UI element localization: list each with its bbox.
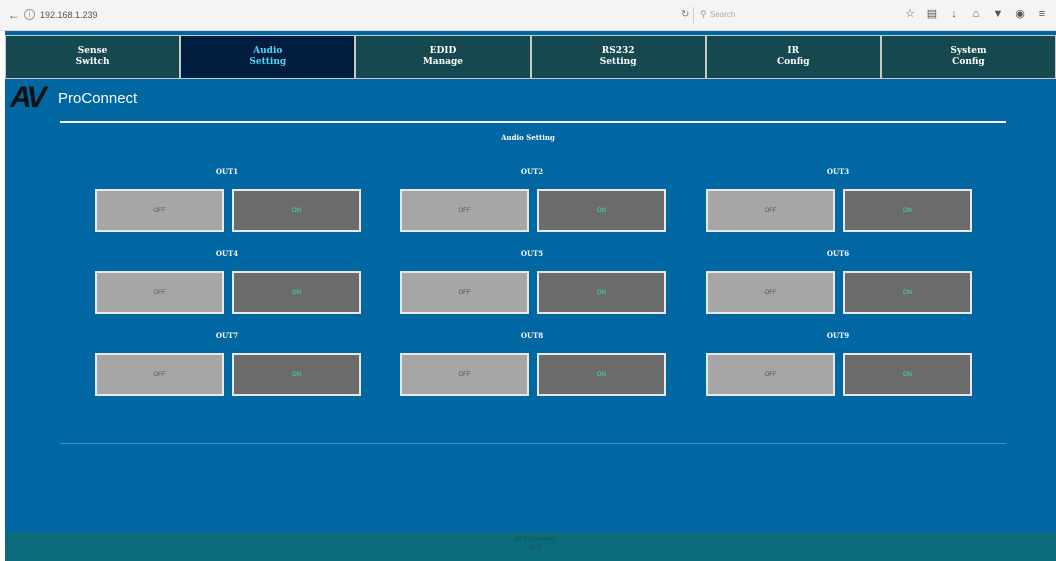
out7-off-button[interactable]: OFF xyxy=(95,353,224,396)
out4-label: OUT4 xyxy=(215,249,239,258)
tab-edid-manage[interactable]: EDID Manage xyxy=(355,35,531,79)
out6-label: OUT6 xyxy=(826,249,850,258)
out5-off-button[interactable]: OFF xyxy=(400,271,529,314)
out7-label: OUT7 xyxy=(215,331,239,340)
brand-logo: AV ProConnect xyxy=(10,82,170,114)
tab-audio-setting[interactable]: Audio Setting xyxy=(180,35,356,79)
back-arrow-icon[interactable]: ← xyxy=(8,9,20,21)
out8-label: OUT8 xyxy=(520,331,544,340)
bottom-divider xyxy=(60,443,1006,444)
search-placeholder: Search xyxy=(710,10,736,19)
tab-ir-config[interactable]: IR Config xyxy=(705,35,881,79)
extension-icon[interactable]: ◉ xyxy=(1014,8,1026,21)
out9-off-button[interactable]: OFF xyxy=(706,353,835,396)
download-icon[interactable]: ↓ xyxy=(948,8,960,21)
bookmark-star-icon[interactable]: ☆ xyxy=(904,8,916,21)
out3-on-button[interactable]: ON xyxy=(843,189,972,232)
logo-mark: AV xyxy=(10,81,46,114)
pocket-icon[interactable]: ▼ xyxy=(992,8,1004,21)
out6-off-button[interactable]: OFF xyxy=(706,271,835,314)
site-info-icon[interactable]: i xyxy=(24,9,35,20)
toolbar-icons: ☆ ▤ ↓ ⌂ ▼ ◉ ≡ xyxy=(904,8,1048,21)
footer-text: AV ProConnect v1.0 xyxy=(514,537,556,551)
footer: AV ProConnect v1.0 xyxy=(5,532,1056,561)
home-icon[interactable]: ⌂ xyxy=(970,8,982,21)
address-bar[interactable]: 192.168.1.239 xyxy=(40,9,98,21)
out4-off-button[interactable]: OFF xyxy=(95,271,224,314)
tab-rs232-setting[interactable]: RS232 Setting xyxy=(530,35,706,79)
out1-off-button[interactable]: OFF xyxy=(95,189,224,232)
out6-on-button[interactable]: ON xyxy=(843,271,972,314)
browser-toolbar: ← i 192.168.1.239 ↻ ⚲ Search ☆ ▤ ↓ ⌂ ▼ ◉… xyxy=(0,0,1056,31)
out3-off-button[interactable]: OFF xyxy=(706,189,835,232)
out8-on-button[interactable]: ON xyxy=(537,353,666,396)
top-divider xyxy=(60,121,1006,123)
logo-text: ProConnect xyxy=(58,90,138,107)
out2-on-button[interactable]: ON xyxy=(537,189,666,232)
out5-on-button[interactable]: ON xyxy=(537,271,666,314)
out2-label: OUT2 xyxy=(520,167,544,176)
out2-off-button[interactable]: OFF xyxy=(400,189,529,232)
reload-icon[interactable]: ↻ xyxy=(681,9,689,21)
out4-on-button[interactable]: ON xyxy=(232,271,361,314)
tab-sense-switch[interactable]: Sense Switch xyxy=(5,35,181,79)
main-nav-tabs: Sense Switch Audio Setting EDID Manage R… xyxy=(5,35,1056,79)
search-input[interactable]: ⚲ Search xyxy=(693,7,863,23)
out1-label: OUT1 xyxy=(215,167,239,176)
out7-on-button[interactable]: ON xyxy=(232,353,361,396)
search-icon: ⚲ xyxy=(700,9,707,19)
out9-on-button[interactable]: ON xyxy=(843,353,972,396)
reader-list-icon[interactable]: ▤ xyxy=(926,8,938,21)
page-title: Audio Setting xyxy=(501,133,555,142)
menu-icon[interactable]: ≡ xyxy=(1036,8,1048,21)
out8-off-button[interactable]: OFF xyxy=(400,353,529,396)
out1-on-button[interactable]: ON xyxy=(232,189,361,232)
tab-system-config[interactable]: System Config xyxy=(880,35,1056,79)
out3-label: OUT3 xyxy=(826,167,850,176)
out5-label: OUT5 xyxy=(520,249,544,258)
out9-label: OUT9 xyxy=(826,331,850,340)
